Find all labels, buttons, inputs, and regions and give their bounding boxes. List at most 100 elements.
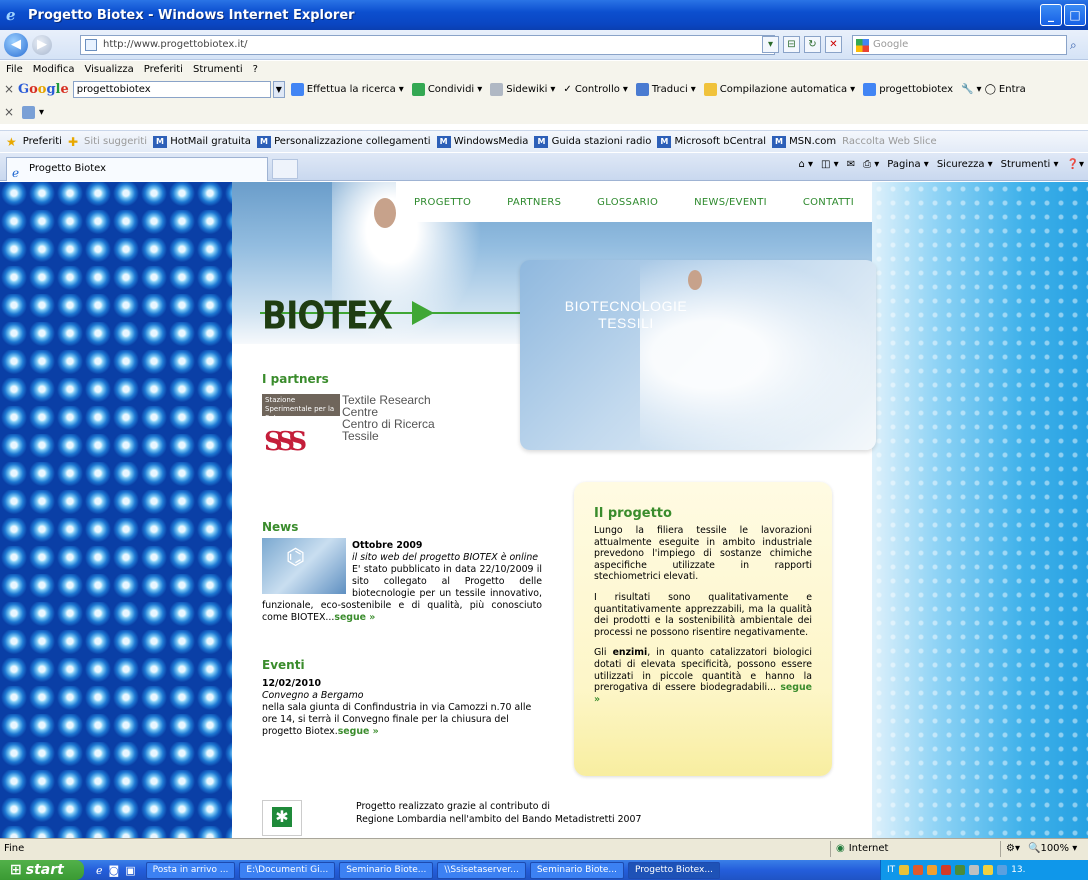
sss-logo-banner[interactable]: Stazione Sperimentale per la Seta [262, 394, 340, 422]
fav-msn[interactable]: M MSN.com [771, 135, 836, 148]
close-toolbar2-icon[interactable]: × [0, 105, 18, 119]
menu-preferiti[interactable]: Preferiti [144, 61, 183, 78]
menu-help[interactable]: ? [253, 61, 258, 78]
nav-contatti[interactable]: CONTATTI [803, 197, 854, 208]
menu-strumenti[interactable]: Strumenti [193, 61, 243, 78]
address-tools: ▾ ⊟ ↻ ✕ [762, 36, 842, 53]
print-icon[interactable]: ⎙ ▾ [863, 159, 879, 170]
fav-windowsmedia[interactable]: M WindowsMedia [436, 135, 528, 148]
close-toolbar-icon[interactable]: × [0, 82, 18, 96]
network-icon[interactable] [997, 865, 1008, 875]
background-bubbles-left [0, 182, 232, 838]
task-seminario-2[interactable]: Seminario Biote... [529, 861, 624, 879]
command-bar: ⌂ ▾ ◫ ▾ ✉ ⎙ ▾ Pagina ▾ Sicurezza ▾ Strum… [799, 159, 1085, 170]
task-posta[interactable]: Posta in arrivo ... [145, 861, 236, 879]
add-favorites-icon[interactable]: ✚ [68, 135, 78, 149]
search-button[interactable]: Effettua la ricerca ▾ [290, 82, 404, 96]
window-title: Progetto Biotex - Windows Internet Explo… [28, 7, 355, 23]
toolbar-addon-icon[interactable] [22, 105, 35, 119]
nav-partners[interactable]: PARTNERS [507, 197, 561, 208]
sss-logo-mark[interactable]: SSS [264, 424, 340, 460]
safety-menu-label: Sicurezza [936, 159, 985, 170]
regione-lombardia-logo[interactable]: ✱ [262, 800, 302, 836]
tray-icon-2[interactable] [913, 865, 924, 875]
outlook-quicklaunch-icon[interactable]: ◙ [109, 864, 120, 877]
search-icon[interactable]: ⌕ [1070, 38, 1077, 53]
news-more-link[interactable]: segue » [334, 612, 375, 623]
share-button[interactable]: Condividi ▾ [411, 82, 482, 96]
task-seminario-1[interactable]: Seminario Biote... [339, 861, 434, 879]
forward-button[interactable]: ▶ [32, 34, 52, 55]
menu-modifica[interactable]: Modifica [33, 61, 75, 78]
address-field[interactable]: http://www.progettobiotex.it/ [80, 35, 775, 55]
task-ssisetaserver[interactable]: \\Ssisetaserver... [437, 861, 526, 879]
favorites-label[interactable]: Preferiti [23, 136, 62, 147]
spellcheck-button[interactable]: ✓ Controllo ▾ [563, 84, 627, 95]
tray-icon-1[interactable] [899, 865, 910, 875]
eventi-heading: Eventi [262, 658, 305, 672]
new-tab-button[interactable] [272, 159, 298, 179]
protected-mode-icon[interactable]: ⚙▾ [1006, 839, 1020, 859]
compatibility-icon[interactable]: ⊟ [783, 36, 800, 53]
safety-menu[interactable]: Sicurezza ▾ [937, 159, 993, 170]
search-field[interactable]: Google [852, 35, 1067, 55]
eventi-more-link[interactable]: segue » [338, 726, 379, 737]
task-progetto-biotex[interactable]: Progetto Biotex... [627, 861, 720, 879]
back-button[interactable]: ◀ [4, 32, 28, 57]
tab-progetto-biotex[interactable]: ℯ Progetto Biotex [6, 157, 268, 181]
fav-hotmail[interactable]: M HotMail gratuita [153, 135, 251, 148]
toolbar-addon-dropdown[interactable]: ▾ [39, 107, 44, 118]
page-menu[interactable]: Pagina ▾ [887, 159, 929, 170]
desktop-quicklaunch-icon[interactable]: ▣ [125, 864, 135, 877]
nav-news-eventi[interactable]: NEWS/EVENTI [694, 197, 767, 208]
language-indicator[interactable]: IT [887, 865, 895, 875]
page-viewport[interactable]: PROGETTO PARTNERS GLOSSARIO NEWS/EVENTI … [0, 182, 1088, 838]
fav-suggested-sites[interactable]: Siti suggeriti [84, 136, 147, 147]
feeds-icon[interactable]: ◫ ▾ [821, 159, 839, 170]
translate-button[interactable]: Traduci ▾ [635, 82, 696, 96]
start-button[interactable]: ⊞ start [0, 860, 84, 880]
tray-icon-5[interactable] [955, 865, 966, 875]
fav-custom-links[interactable]: M Personalizzazione collegamenti [256, 135, 431, 148]
tray-icon-3[interactable] [927, 865, 938, 875]
maximize-button[interactable]: □ [1064, 4, 1086, 26]
highlight-button[interactable]: progettobiotex [863, 82, 954, 96]
google-toolbar: × Google progettobiotex ▼ Effettua la ri… [0, 78, 1088, 100]
google-search-dropdown[interactable]: ▼ [272, 80, 285, 98]
mail-icon[interactable]: ✉ [847, 159, 855, 170]
news-thumbnail-image: ⌬ [262, 538, 346, 594]
tray-icon-4[interactable] [941, 865, 952, 875]
fav-bcentral[interactable]: M Microsoft bCentral [657, 135, 766, 148]
autofill-label: Compilazione automatica [719, 83, 848, 95]
news-section: News ⌬ Ottobre 2009 il sito web del prog… [262, 520, 542, 624]
news-heading: News [262, 520, 299, 534]
menu-file[interactable]: File [6, 61, 23, 78]
ie-quicklaunch-icon[interactable]: ℯ [96, 864, 103, 877]
dropdown-icon[interactable]: ▾ [762, 36, 779, 53]
nav-progetto[interactable]: PROGETTO [414, 197, 471, 208]
security-zone[interactable]: ◉ Internet [836, 839, 888, 859]
fav-radio[interactable]: M Guida stazioni radio [534, 135, 651, 148]
minimize-button[interactable]: _ [1040, 4, 1062, 26]
tray-icon-6[interactable] [983, 865, 994, 875]
favorites-star-icon[interactable]: ★ [6, 135, 17, 149]
stop-icon[interactable]: ✕ [825, 36, 842, 53]
volume-icon[interactable] [969, 865, 980, 875]
fav-webslice[interactable]: Raccolta Web Slice [842, 136, 937, 147]
nav-glossario[interactable]: GLOSSARIO [597, 197, 658, 208]
highlight-label: progettobiotex [879, 83, 954, 95]
home-icon[interactable]: ⌂ ▾ [799, 159, 814, 170]
google-search-input[interactable]: progettobiotex [72, 80, 271, 98]
help-icon[interactable]: ❓▾ [1067, 159, 1084, 170]
biotex-logo[interactable]: BIOTEX [262, 293, 393, 338]
tools-menu[interactable]: Strumenti ▾ [1001, 159, 1059, 170]
autofill-button[interactable]: Compilazione automatica ▾ [703, 82, 855, 96]
menu-visualizza[interactable]: Visualizza [85, 61, 134, 78]
signin-button[interactable]: 🔧 ▾ ◯ Entra [961, 84, 1026, 95]
sidewiki-button[interactable]: Sidewiki ▾ [490, 82, 555, 96]
refresh-icon[interactable]: ↻ [804, 36, 821, 53]
task-documenti[interactable]: E:\Documenti Gi... [239, 861, 336, 879]
zoom-label: 100% [1040, 843, 1070, 854]
zoom-level[interactable]: 🔍100% ▾ [1028, 839, 1077, 859]
tagline: BIOTECNOLOGIE TESSILI [536, 298, 716, 332]
